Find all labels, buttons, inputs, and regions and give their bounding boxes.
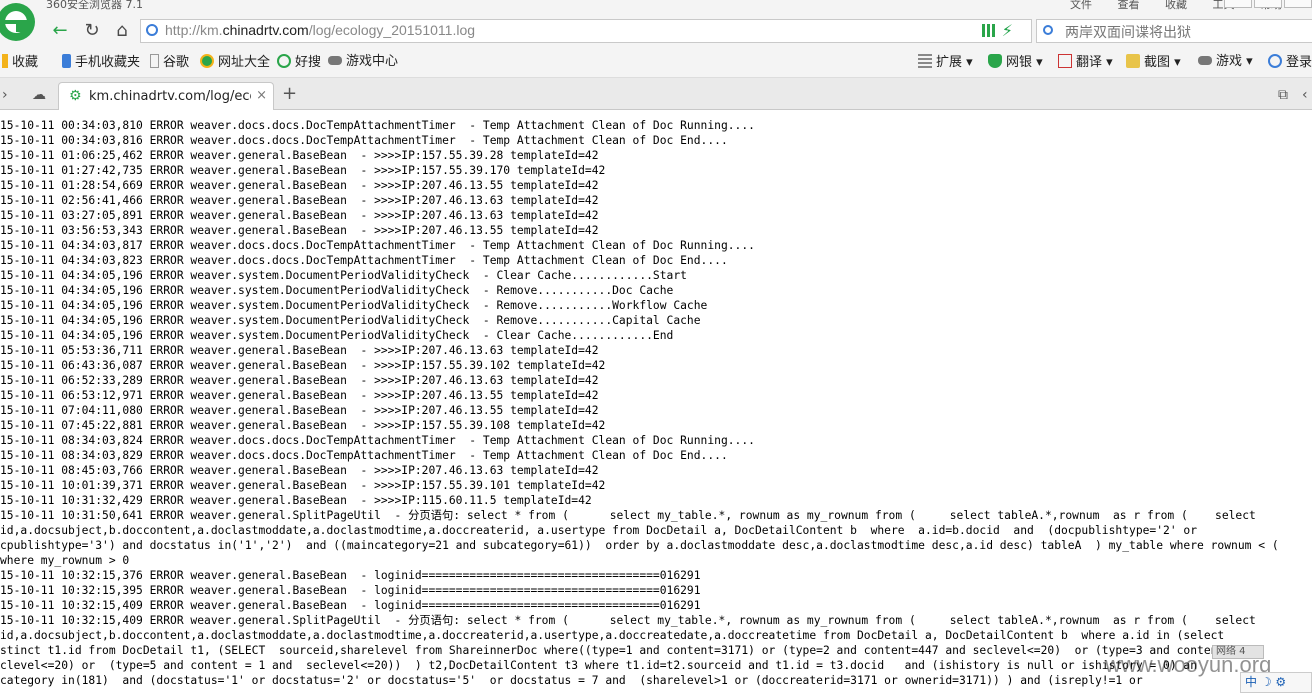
page-icon (150, 54, 159, 68)
menu-file[interactable]: 文件 (1070, 0, 1092, 11)
log-line: 15-10-11 07:45:22,881 ERROR weaver.gener… (0, 419, 606, 432)
search-box[interactable]: 两岸双面间谍将出狱 (1036, 19, 1312, 43)
refresh-icon[interactable]: ↻ (80, 20, 104, 42)
log-line: 15-10-11 02:56:41,466 ERROR weaver.gener… (0, 194, 599, 207)
restore-tabs-icon[interactable]: ⧉ (1278, 86, 1288, 104)
log-line: 15-10-11 04:34:03,823 ERROR weaver.docs.… (0, 254, 728, 267)
log-line: 15-10-11 03:27:05,891 ERROR weaver.gener… (0, 209, 599, 222)
bookmark-haosou[interactable]: 好搜 (277, 54, 321, 71)
log-line: 15-10-11 07:04:11,080 ERROR weaver.gener… (0, 404, 599, 417)
new-tab-button[interactable]: + (282, 84, 297, 104)
log-line: 15-10-11 04:34:05,196 ERROR weaver.syste… (0, 284, 674, 297)
online-banking-button[interactable]: 网银 ▾ (988, 54, 1043, 71)
translate-button[interactable]: 翻译 ▾ (1058, 54, 1113, 71)
scroll-tabs-left-icon[interactable]: › (2, 86, 8, 104)
app-title: 360安全浏览器 7.1 (46, 0, 143, 11)
extensions-button[interactable]: 扩展 ▾ (918, 54, 973, 71)
screenshot-button[interactable]: 截图 ▾ (1126, 54, 1181, 71)
grid-icon (918, 54, 932, 68)
log-line: 15-10-11 08:34:03,829 ERROR weaver.docs.… (0, 449, 728, 462)
log-line: id,a.docsubject,b.doccontent,a.doclastmo… (0, 629, 1225, 642)
log-line: 15-10-11 00:34:03,816 ERROR weaver.docs.… (0, 134, 728, 147)
log-line: 15-10-11 05:53:36,711 ERROR weaver.gener… (0, 344, 599, 357)
address-bar[interactable]: http://km.chinadrtv.com/log/ecology_2015… (140, 19, 1051, 43)
magnifier-icon (1268, 54, 1282, 68)
log-line: where my_rownum > 0 (0, 554, 130, 567)
bookmark-mobile-favorites[interactable]: 手机收藏夹 (62, 54, 140, 71)
title-bar: 360安全浏览器 7.1 文件 查看 收藏 工具 帮助 (0, 0, 1312, 14)
bookmark-google[interactable]: 谷歌 (150, 54, 189, 71)
shield-icon (988, 54, 1002, 68)
log-line: 15-10-11 10:32:15,409 ERROR weaver.gener… (0, 599, 701, 612)
log-line: 15-10-11 03:56:53,343 ERROR weaver.gener… (0, 224, 599, 237)
close-window-button[interactable] (1284, 0, 1312, 8)
log-line: 15-10-11 10:32:15,395 ERROR weaver.gener… (0, 584, 701, 597)
log-line: 15-10-11 08:34:03,824 ERROR weaver.docs.… (0, 434, 755, 447)
search-input[interactable]: 两岸双面间谍将出狱 (1065, 22, 1191, 42)
log-line: 15-10-11 10:32:15,409 ERROR weaver.gener… (0, 614, 1256, 627)
search-icon (1043, 25, 1053, 35)
log-line: 15-10-11 04:34:05,196 ERROR weaver.syste… (0, 299, 708, 312)
log-line: 15-10-11 10:32:15,376 ERROR weaver.gener… (0, 569, 701, 582)
gamepad-icon (1198, 56, 1212, 65)
log-line: id,a.docsubject,b.doccontent,a.doclastmo… (0, 524, 1198, 537)
tab-label: km.chinadrtv.com/log/ecology_20151011.lo… (89, 89, 251, 104)
log-line: 15-10-11 01:27:42,735 ERROR weaver.gener… (0, 164, 606, 177)
gear-icon: ⚙ (69, 88, 82, 104)
minimize-button[interactable] (1224, 0, 1252, 8)
log-line: 15-10-11 04:34:03,817 ERROR weaver.docs.… (0, 239, 755, 252)
navigation-bar: ← ↻ ⌂ http://km.chinadrtv.com/log/ecolog… (0, 14, 1312, 48)
close-icon[interactable]: × (256, 87, 267, 105)
log-line: 15-10-11 06:43:36,087 ERROR weaver.gener… (0, 359, 606, 372)
log-line: 15-10-11 04:34:05,196 ERROR weaver.syste… (0, 314, 701, 327)
star-icon (2, 54, 8, 68)
phone-icon (62, 54, 71, 68)
log-line: 15-10-11 01:06:25,462 ERROR weaver.gener… (0, 149, 599, 162)
cloud-icon[interactable]: ☁ (32, 86, 46, 104)
translate-icon (1058, 54, 1072, 68)
back-arrow-icon[interactable]: ← (48, 20, 72, 42)
home-icon[interactable]: ⌂ (110, 20, 134, 42)
haosou-icon (277, 54, 291, 68)
qr-code-icon[interactable] (982, 24, 995, 37)
log-content: 15-10-11 00:34:03,810 ERROR weaver.docs.… (0, 118, 1312, 693)
log-line: 15-10-11 10:01:39,371 ERROR weaver.gener… (0, 479, 606, 492)
speed-mode-icon[interactable]: ⚡ (1002, 21, 1013, 41)
login-button[interactable]: 登录 (1268, 54, 1312, 71)
bookmark-favorites[interactable]: 收藏 (2, 54, 38, 71)
log-line: 15-10-11 00:34:03,810 ERROR weaver.docs.… (0, 119, 755, 132)
log-line: 15-10-11 06:52:33,289 ERROR weaver.gener… (0, 374, 599, 387)
log-line: 15-10-11 04:34:05,196 ERROR weaver.syste… (0, 329, 674, 342)
menu-view[interactable]: 查看 (1118, 0, 1140, 11)
browser-logo-icon (0, 3, 35, 41)
log-line: 15-10-11 10:31:50,641 ERROR weaver.gener… (0, 509, 1256, 522)
scissors-icon (1126, 54, 1140, 68)
url-text[interactable]: http://km.chinadrtv.com/log/ecology_2015… (165, 22, 475, 38)
menu-favorites[interactable]: 收藏 (1165, 0, 1187, 11)
games-button[interactable]: 游戏 ▾ (1198, 54, 1253, 70)
more-tabs-icon[interactable]: ‹ (1302, 86, 1308, 104)
log-text: 15-10-11 00:34:03,810 ERROR weaver.docs.… (0, 118, 1312, 688)
bookmarks-bar: 收藏 手机收藏夹 谷歌 网址大全 好搜 游戏中心 扩展 ▾ 网银 ▾ 翻译 ▾ … (0, 48, 1312, 78)
log-line: 15-10-11 08:45:03,766 ERROR weaver.gener… (0, 464, 599, 477)
gamepad-icon (328, 56, 342, 65)
ime-toolbar[interactable]: 中 ☽ ⚙ (1240, 672, 1312, 693)
log-line: cpublishtype='3') and docstatus in('1','… (0, 539, 1279, 552)
log-line: 15-10-11 01:28:54,669 ERROR weaver.gener… (0, 179, 599, 192)
tab-bar: › ☁ ⚙ km.chinadrtv.com/log/ecology_20151… (0, 78, 1312, 110)
log-line: 15-10-11 10:31:32,429 ERROR weaver.gener… (0, 494, 592, 507)
log-line: 15-10-11 04:34:05,196 ERROR weaver.syste… (0, 269, 687, 282)
site-directory-icon (200, 54, 214, 68)
maximize-button[interactable] (1254, 0, 1282, 8)
window-controls (1222, 0, 1312, 8)
log-line: 15-10-11 06:53:12,971 ERROR weaver.gener… (0, 389, 599, 402)
globe-icon (146, 24, 158, 36)
bookmark-game-center[interactable]: 游戏中心 (328, 54, 398, 70)
bookmark-site-directory[interactable]: 网址大全 (200, 54, 270, 71)
tab-active[interactable]: ⚙ km.chinadrtv.com/log/ecology_20151011.… (58, 82, 274, 110)
